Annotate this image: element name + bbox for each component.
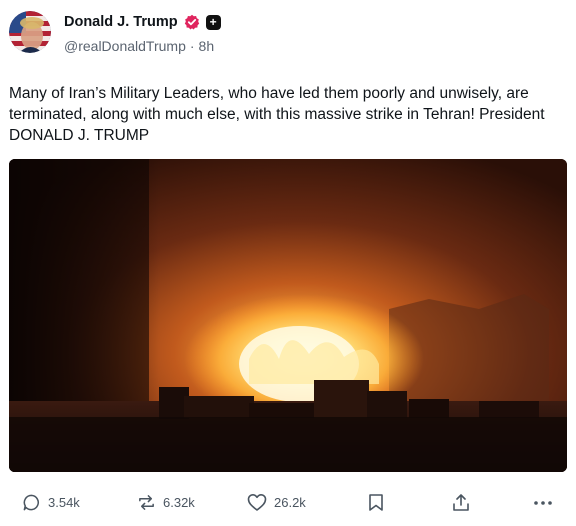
handle[interactable]: @realDonaldTrump: [64, 38, 186, 54]
share-button[interactable]: [452, 493, 470, 512]
avatar[interactable]: [9, 11, 51, 53]
name-row: Donald J. Trump +: [64, 14, 221, 30]
reply-icon: [22, 493, 41, 512]
handle-row: @realDonaldTrump · 8h: [64, 38, 214, 54]
meta-separator: ·: [189, 38, 195, 54]
action-bar: 3.54k 6.32k 26.2k: [22, 493, 562, 517]
display-name[interactable]: Donald J. Trump: [64, 14, 178, 30]
explosion-image: [9, 159, 567, 472]
repost-button[interactable]: 6.32k: [137, 493, 195, 512]
post-header: Donald J. Trump + @realDonaldTrump · 8h: [9, 11, 569, 59]
avatar-image: [9, 11, 51, 53]
bookmark-icon: [368, 493, 384, 512]
repost-count: 6.32k: [163, 495, 195, 510]
more-button[interactable]: [533, 493, 553, 512]
bookmark-button[interactable]: [368, 493, 384, 512]
like-count: 26.2k: [274, 495, 306, 510]
more-icon: [533, 493, 553, 512]
like-button[interactable]: 26.2k: [247, 493, 306, 512]
plus-badge-icon: +: [205, 14, 221, 30]
post-text: Many of Iran’s Military Leaders, who hav…: [9, 85, 545, 144]
verified-badge-icon: [184, 14, 200, 30]
reply-count: 3.54k: [48, 495, 80, 510]
heart-icon: [247, 493, 267, 512]
share-icon: [452, 493, 470, 512]
repost-icon: [137, 493, 156, 512]
reply-button[interactable]: 3.54k: [22, 493, 80, 512]
post-media[interactable]: [9, 159, 567, 472]
timestamp[interactable]: 8h: [199, 38, 215, 54]
